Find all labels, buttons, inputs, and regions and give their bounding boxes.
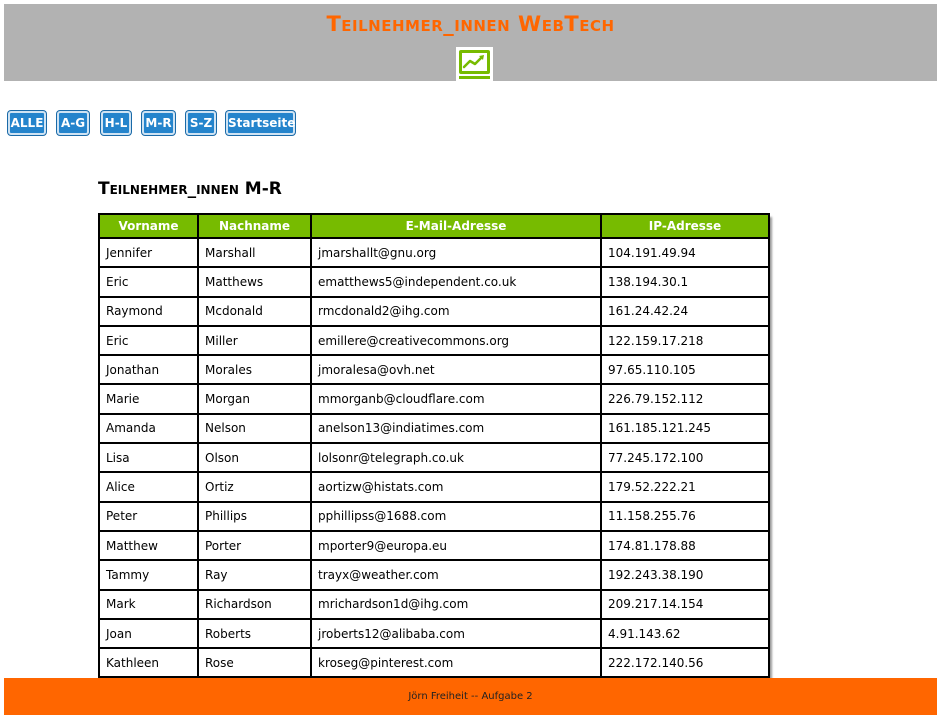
cell-email: jmoralesa@ovh.net — [310, 354, 602, 386]
table-row: Tammy Ray trayx@weather.com 192.243.38.190 — [98, 559, 770, 591]
table-row: Eric Miller emillere@creativecommons.org 12… — [98, 324, 770, 357]
cell-email: jmarshallt@gnu.org — [310, 236, 602, 269]
cell-nachname: Morgan — [197, 383, 312, 415]
cell-nachname: Miller — [197, 324, 312, 357]
cell-vorname: Kathleen — [98, 647, 199, 679]
table-row: Peter Phillips pphillipss@1688.com 11.158.2… — [98, 500, 770, 532]
table-row: Marie Morgan mmorganb@cloudflare.com 226.79… — [98, 383, 770, 415]
cell-nachname: Matthews — [197, 266, 312, 298]
cell-nachname: Ortiz — [197, 471, 312, 503]
cell-vorname: Eric — [98, 324, 199, 357]
nav-button-alle[interactable]: ALLE — [8, 111, 46, 135]
cell-email: pphillipss@1688.com — [310, 500, 602, 532]
cell-vorname: Marie — [98, 383, 199, 415]
cell-vorname: Eric — [98, 266, 199, 298]
table-row: Eric Matthews ematthews5@independent.co.uk… — [98, 266, 770, 298]
cell-email: ematthews5@independent.co.uk — [310, 266, 602, 298]
page: Teilnehmer_innen WebTech ALLE A-G H-L M-… — [0, 0, 942, 720]
page-title: Teilnehmer_innen WebTech — [326, 12, 615, 36]
section-title: Teilnehmer_innen M-R — [98, 179, 282, 199]
column-header-email: E-Mail-Adresse — [310, 213, 602, 239]
table-row: Mark Richardson mrichardson1d@ihg.com 209.2… — [98, 588, 770, 620]
nav-button-a-g[interactable]: A-G — [57, 111, 89, 135]
cell-ip: 4.91.143.62 — [600, 617, 770, 650]
participants-table: Vorname Nachname E-Mail-Adresse IP-Adres… — [98, 213, 770, 679]
table-row: Raymond Mcdonald rmcdonald2@ihg.com 161.24.… — [98, 295, 770, 327]
cell-email: mmorganb@cloudflare.com — [310, 383, 602, 415]
cell-vorname: Amanda — [98, 412, 199, 445]
nav-button-startseite[interactable]: Startseite — [226, 111, 295, 135]
cell-nachname: Ray — [197, 559, 312, 591]
table-body: Jennifer Marshall jmarshallt@gnu.org 104.19… — [98, 236, 770, 679]
nav-button-s-z[interactable]: S-Z — [186, 111, 216, 135]
cell-vorname: Tammy — [98, 559, 199, 591]
cell-nachname: Nelson — [197, 412, 312, 445]
cell-vorname: Joan — [98, 617, 199, 650]
cell-email: lolsonr@telegraph.co.uk — [310, 442, 602, 474]
cell-email: mporter9@europa.eu — [310, 529, 602, 562]
cell-nachname: Mcdonald — [197, 295, 312, 327]
nav-button-h-l[interactable]: H-L — [101, 111, 131, 135]
cell-email: rmcdonald2@ihg.com — [310, 295, 602, 327]
table-header-row: Vorname Nachname E-Mail-Adresse IP-Adres… — [98, 213, 770, 239]
table-row: Alice Ortiz aortizw@histats.com 179.52.222.… — [98, 471, 770, 503]
cell-ip: 179.52.222.21 — [600, 471, 770, 503]
cell-email: emillere@creativecommons.org — [310, 324, 602, 357]
cell-nachname: Rose — [197, 647, 312, 679]
cell-ip: 192.243.38.190 — [600, 559, 770, 591]
cell-nachname: Marshall — [197, 236, 312, 269]
cell-email: mrichardson1d@ihg.com — [310, 588, 602, 620]
cell-email: aortizw@histats.com — [310, 471, 602, 503]
table-row: Joan Roberts jroberts12@alibaba.com 4.91.14… — [98, 617, 770, 650]
column-header-nachname: Nachname — [197, 213, 312, 239]
line-chart-icon — [456, 47, 493, 81]
cell-vorname: Lisa — [98, 442, 199, 474]
cell-ip: 161.24.42.24 — [600, 295, 770, 327]
column-header-ip: IP-Adresse — [600, 213, 770, 239]
cell-vorname: Matthew — [98, 529, 199, 562]
cell-vorname: Peter — [98, 500, 199, 532]
column-header-vorname: Vorname — [98, 213, 199, 239]
cell-nachname: Porter — [197, 529, 312, 562]
cell-nachname: Morales — [197, 354, 312, 386]
cell-nachname: Olson — [197, 442, 312, 474]
cell-nachname: Richardson — [197, 588, 312, 620]
cell-ip: 97.65.110.105 — [600, 354, 770, 386]
nav-button-m-r[interactable]: M-R — [142, 111, 175, 135]
page-footer: Jörn Freiheit -- Aufgabe 2 — [4, 678, 937, 715]
table-row: Kathleen Rose kroseg@pinterest.com 222.172.… — [98, 647, 770, 679]
cell-email: trayx@weather.com — [310, 559, 602, 591]
table-row: Jennifer Marshall jmarshallt@gnu.org 104.19… — [98, 236, 770, 269]
cell-email: anelson13@indiatimes.com — [310, 412, 602, 445]
cell-email: jroberts12@alibaba.com — [310, 617, 602, 650]
cell-ip: 122.159.17.218 — [600, 324, 770, 357]
cell-ip: 104.191.49.94 — [600, 236, 770, 269]
cell-ip: 161.185.121.245 — [600, 412, 770, 445]
cell-ip: 11.158.255.76 — [600, 500, 770, 532]
cell-ip: 174.81.178.88 — [600, 529, 770, 562]
cell-vorname: Alice — [98, 471, 199, 503]
cell-ip: 222.172.140.56 — [600, 647, 770, 679]
cell-ip: 209.217.14.154 — [600, 588, 770, 620]
cell-vorname: Mark — [98, 588, 199, 620]
cell-nachname: Phillips — [197, 500, 312, 532]
cell-ip: 77.245.172.100 — [600, 442, 770, 474]
cell-ip: 138.194.30.1 — [600, 266, 770, 298]
page-header: Teilnehmer_innen WebTech — [4, 4, 937, 81]
cell-vorname: Jonathan — [98, 354, 199, 386]
table-row: Matthew Porter mporter9@europa.eu 174.81.17… — [98, 529, 770, 562]
cell-email: kroseg@pinterest.com — [310, 647, 602, 679]
participants-table-wrap: Vorname Nachname E-Mail-Adresse IP-Adres… — [98, 213, 770, 679]
cell-nachname: Roberts — [197, 617, 312, 650]
cell-vorname: Raymond — [98, 295, 199, 327]
cell-ip: 226.79.152.112 — [600, 383, 770, 415]
table-row: Lisa Olson lolsonr@telegraph.co.uk 77.245.1… — [98, 442, 770, 474]
table-row: Jonathan Morales jmoralesa@ovh.net 97.65.11… — [98, 354, 770, 386]
cell-vorname: Jennifer — [98, 236, 199, 269]
table-row: Amanda Nelson anelson13@indiatimes.com 161.… — [98, 412, 770, 445]
